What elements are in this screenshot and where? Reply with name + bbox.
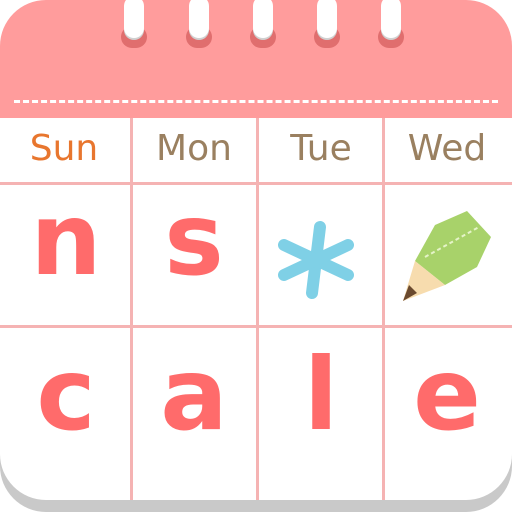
binder-ring: [250, 0, 276, 48]
letter-l: l: [303, 336, 339, 453]
letter-s: s: [164, 181, 224, 298]
binder-ring: [186, 0, 212, 48]
letter-n: n: [30, 181, 102, 298]
binder-ring: [378, 0, 404, 48]
binder-ring: [314, 0, 340, 48]
asterisk-icon: [278, 221, 354, 299]
day-wed: Wed: [407, 128, 487, 169]
letter-e: e: [413, 336, 481, 453]
grid-line: [0, 325, 512, 328]
pencil-icon: [403, 211, 491, 301]
letter-a: a: [160, 336, 228, 453]
calendar-icon: Sun Mon Tue Wed n s c a l e: [0, 0, 512, 500]
day-tue: Tue: [290, 128, 352, 169]
dashed-line: [14, 100, 498, 103]
letter-c: c: [36, 336, 96, 453]
day-mon: Mon: [156, 128, 232, 169]
day-sun: Sun: [29, 128, 99, 169]
binder-ring: [121, 0, 147, 48]
